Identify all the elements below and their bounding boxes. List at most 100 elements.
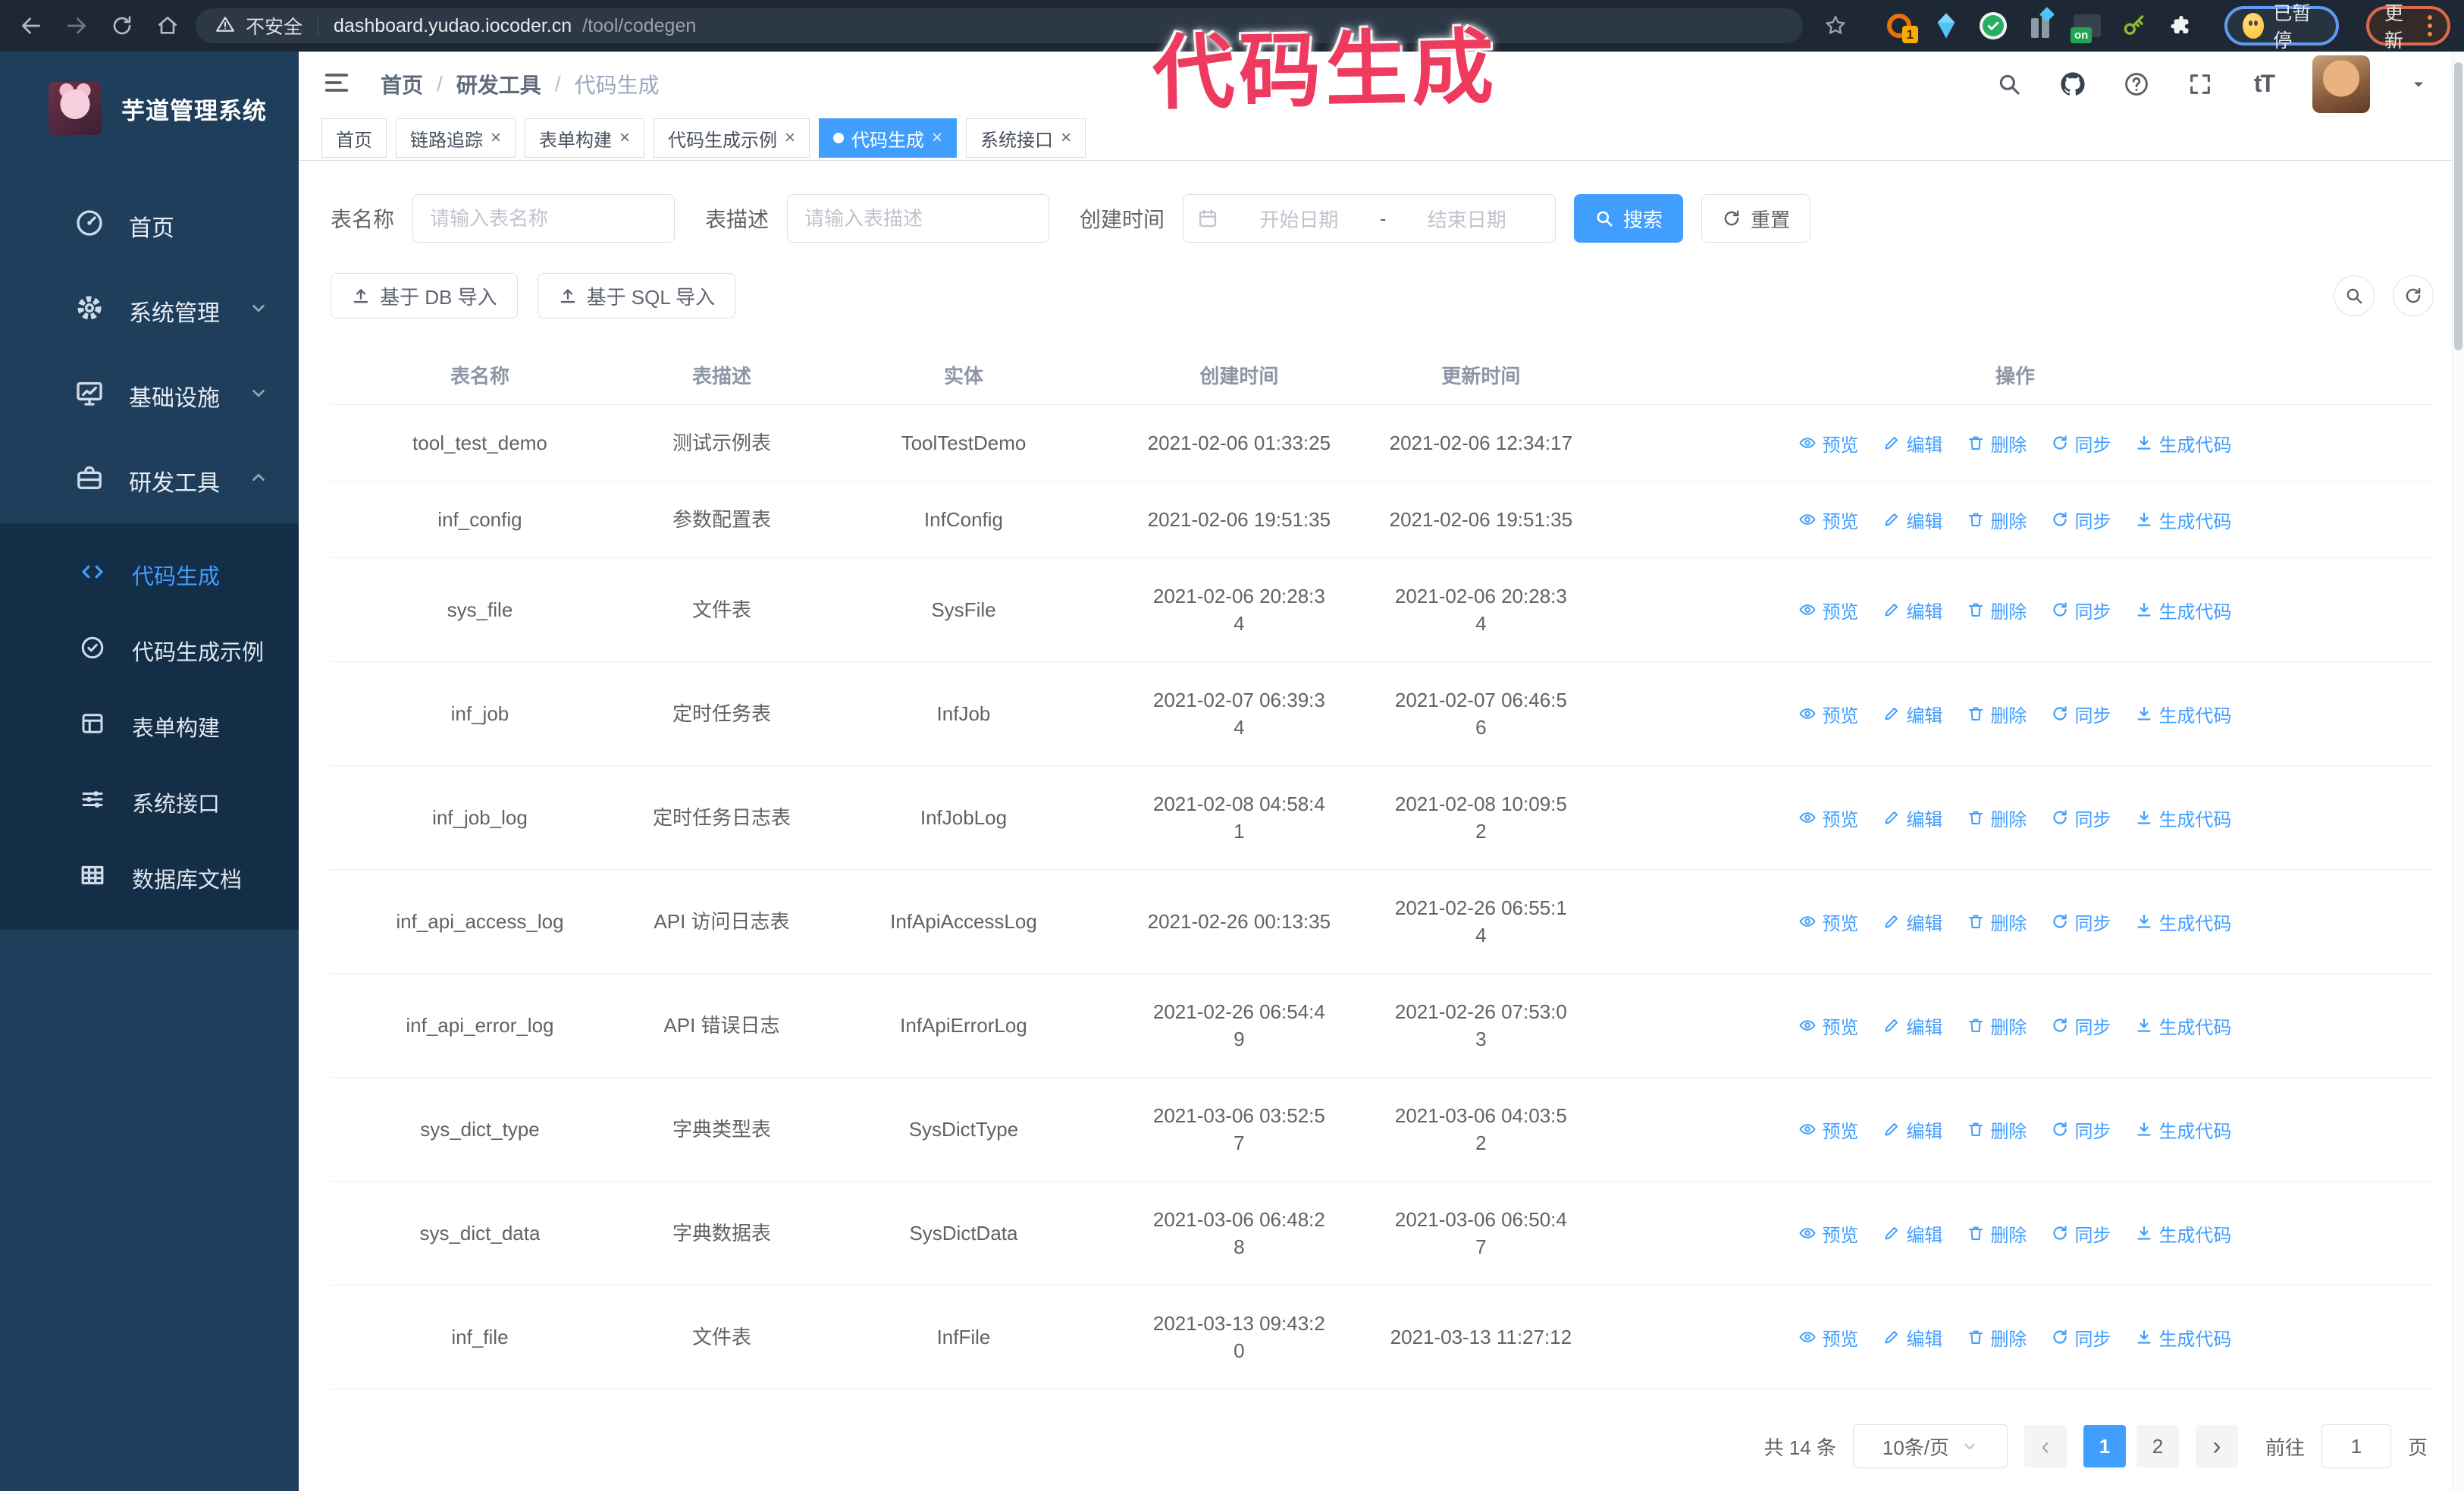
edit-link[interactable]: 编辑 [1882, 430, 1942, 457]
page-scrollbar[interactable] [2452, 52, 2464, 1491]
close-icon[interactable]: × [491, 129, 501, 147]
tab-首页[interactable]: 首页 [321, 118, 387, 159]
extension-orange-icon[interactable]: 1 [1883, 10, 1918, 43]
sidebar-toggle-icon[interactable] [321, 67, 355, 101]
delete-link[interactable]: 删除 [1967, 805, 2027, 831]
generate-code-link[interactable]: 生成代码 [2135, 1220, 2231, 1247]
next-page-button[interactable]: › [2195, 1425, 2238, 1467]
extension-gem-icon[interactable] [1930, 10, 1962, 42]
sync-link[interactable]: 同步 [2051, 1324, 2111, 1351]
generate-code-link[interactable]: 生成代码 [2135, 805, 2231, 831]
forward-icon[interactable] [59, 8, 94, 43]
page-button-1[interactable]: 1 [2083, 1425, 2126, 1467]
breadcrumb-item[interactable]: 首页 [381, 69, 423, 99]
help-icon[interactable] [2121, 69, 2152, 99]
preview-link[interactable]: 预览 [1798, 507, 1858, 533]
preview-link[interactable]: 预览 [1798, 805, 1858, 831]
preview-link[interactable]: 预览 [1798, 1012, 1858, 1039]
goto-page-input[interactable] [2321, 1424, 2391, 1468]
sidebar-subitem-表单构建[interactable]: 表单构建 [0, 689, 299, 764]
close-icon[interactable]: × [785, 129, 795, 147]
sidebar-subitem-数据库文档[interactable]: 数据库文档 [0, 840, 299, 916]
page-size-select[interactable]: 10条/页 [1852, 1424, 2008, 1468]
edit-link[interactable]: 编辑 [1882, 597, 1942, 623]
user-avatar[interactable] [2312, 55, 2370, 113]
browser-update-button[interactable]: 更新 [2366, 3, 2450, 52]
edit-link[interactable]: 编辑 [1882, 805, 1942, 831]
sidebar-item-系统管理[interactable]: 系统管理 [0, 268, 299, 353]
edit-link[interactable]: 编辑 [1882, 1220, 1942, 1247]
import-db-button[interactable]: 基于 DB 导入 [331, 273, 518, 319]
table-desc-input[interactable] [787, 194, 1050, 243]
font-size-icon[interactable]: tT [2249, 69, 2279, 99]
search-icon[interactable] [1994, 69, 2024, 99]
sidebar-item-首页[interactable]: 首页 [0, 184, 299, 268]
address-bar[interactable]: 不安全 dashboard.yudao.iocoder.cn/tool/code… [196, 8, 1803, 43]
sync-link[interactable]: 同步 [2051, 1220, 2111, 1247]
extension-shield-check-icon[interactable] [1977, 10, 2009, 42]
table-name-input[interactable] [412, 194, 676, 243]
generate-code-link[interactable]: 生成代码 [2135, 1012, 2231, 1039]
preview-link[interactable]: 预览 [1798, 1220, 1858, 1247]
extension-switch-icon[interactable]: on [2071, 10, 2103, 43]
generate-code-link[interactable]: 生成代码 [2135, 1116, 2231, 1143]
tab-表单构建[interactable]: 表单构建 × [525, 118, 645, 159]
scrollbar-thumb[interactable] [2454, 62, 2462, 350]
sync-link[interactable]: 同步 [2051, 430, 2111, 457]
date-range-picker[interactable]: 开始日期 - 结束日期 [1183, 194, 1556, 243]
sync-link[interactable]: 同步 [2051, 507, 2111, 533]
preview-link[interactable]: 预览 [1798, 1324, 1858, 1351]
preview-link[interactable]: 预览 [1798, 701, 1858, 727]
import-sql-button[interactable]: 基于 SQL 导入 [537, 273, 736, 319]
refresh-table-button[interactable] [2393, 275, 2434, 316]
edit-link[interactable]: 编辑 [1882, 507, 1942, 533]
generate-code-link[interactable]: 生成代码 [2135, 909, 2231, 935]
preview-link[interactable]: 预览 [1798, 597, 1858, 623]
delete-link[interactable]: 删除 [1967, 1220, 2027, 1247]
generate-code-link[interactable]: 生成代码 [2135, 701, 2231, 727]
close-icon[interactable]: × [1061, 129, 1071, 147]
delete-link[interactable]: 删除 [1967, 430, 2027, 457]
sync-link[interactable]: 同步 [2051, 701, 2111, 727]
search-button[interactable]: 搜索 [1574, 194, 1684, 243]
delete-link[interactable]: 删除 [1967, 701, 2027, 727]
sidebar-subitem-代码生成示例[interactable]: 代码生成示例 [0, 613, 299, 689]
breadcrumb-item[interactable]: 研发工具 [456, 69, 541, 99]
generate-code-link[interactable]: 生成代码 [2135, 507, 2231, 533]
tab-代码生成示例[interactable]: 代码生成示例 × [654, 118, 810, 159]
delete-link[interactable]: 删除 [1967, 597, 2027, 623]
extension-columns-icon[interactable] [2024, 7, 2056, 42]
generate-code-link[interactable]: 生成代码 [2135, 1324, 2231, 1351]
delete-link[interactable]: 删除 [1967, 507, 2027, 533]
edit-link[interactable]: 编辑 [1882, 909, 1942, 935]
generate-code-link[interactable]: 生成代码 [2135, 597, 2231, 623]
reset-button[interactable]: 重置 [1701, 194, 1811, 243]
delete-link[interactable]: 删除 [1967, 909, 2027, 935]
sidebar-item-基础设施[interactable]: 基础设施 [0, 353, 299, 438]
sidebar-subitem-系统接口[interactable]: 系统接口 [0, 764, 299, 840]
tab-代码生成[interactable]: 代码生成 × [819, 118, 958, 159]
generate-code-link[interactable]: 生成代码 [2135, 430, 2231, 457]
sync-link[interactable]: 同步 [2051, 597, 2111, 623]
sync-link[interactable]: 同步 [2051, 805, 2111, 831]
profile-paused-badge[interactable]: 已暂停 [2224, 3, 2339, 52]
reload-icon[interactable] [105, 8, 140, 43]
sync-link[interactable]: 同步 [2051, 1116, 2111, 1143]
show-search-button[interactable] [2334, 275, 2375, 316]
delete-link[interactable]: 删除 [1967, 1012, 2027, 1039]
tab-链路追踪[interactable]: 链路追踪 × [396, 118, 516, 159]
extensions-puzzle-icon[interactable] [2165, 10, 2197, 42]
home-icon[interactable] [150, 8, 185, 43]
page-button-2[interactable]: 2 [2136, 1425, 2179, 1467]
preview-link[interactable]: 预览 [1798, 430, 1858, 457]
edit-link[interactable]: 编辑 [1882, 1012, 1942, 1039]
sync-link[interactable]: 同步 [2051, 909, 2111, 935]
prev-page-button[interactable]: ‹ [2024, 1425, 2067, 1467]
fullscreen-icon[interactable] [2185, 69, 2215, 99]
sidebar-item-研发工具[interactable]: 研发工具 [0, 438, 299, 523]
preview-link[interactable]: 预览 [1798, 1116, 1858, 1143]
edit-link[interactable]: 编辑 [1882, 701, 1942, 727]
back-icon[interactable] [14, 8, 49, 43]
sidebar-subitem-代码生成[interactable]: 代码生成 [0, 537, 299, 613]
github-icon[interactable] [2058, 69, 2088, 99]
